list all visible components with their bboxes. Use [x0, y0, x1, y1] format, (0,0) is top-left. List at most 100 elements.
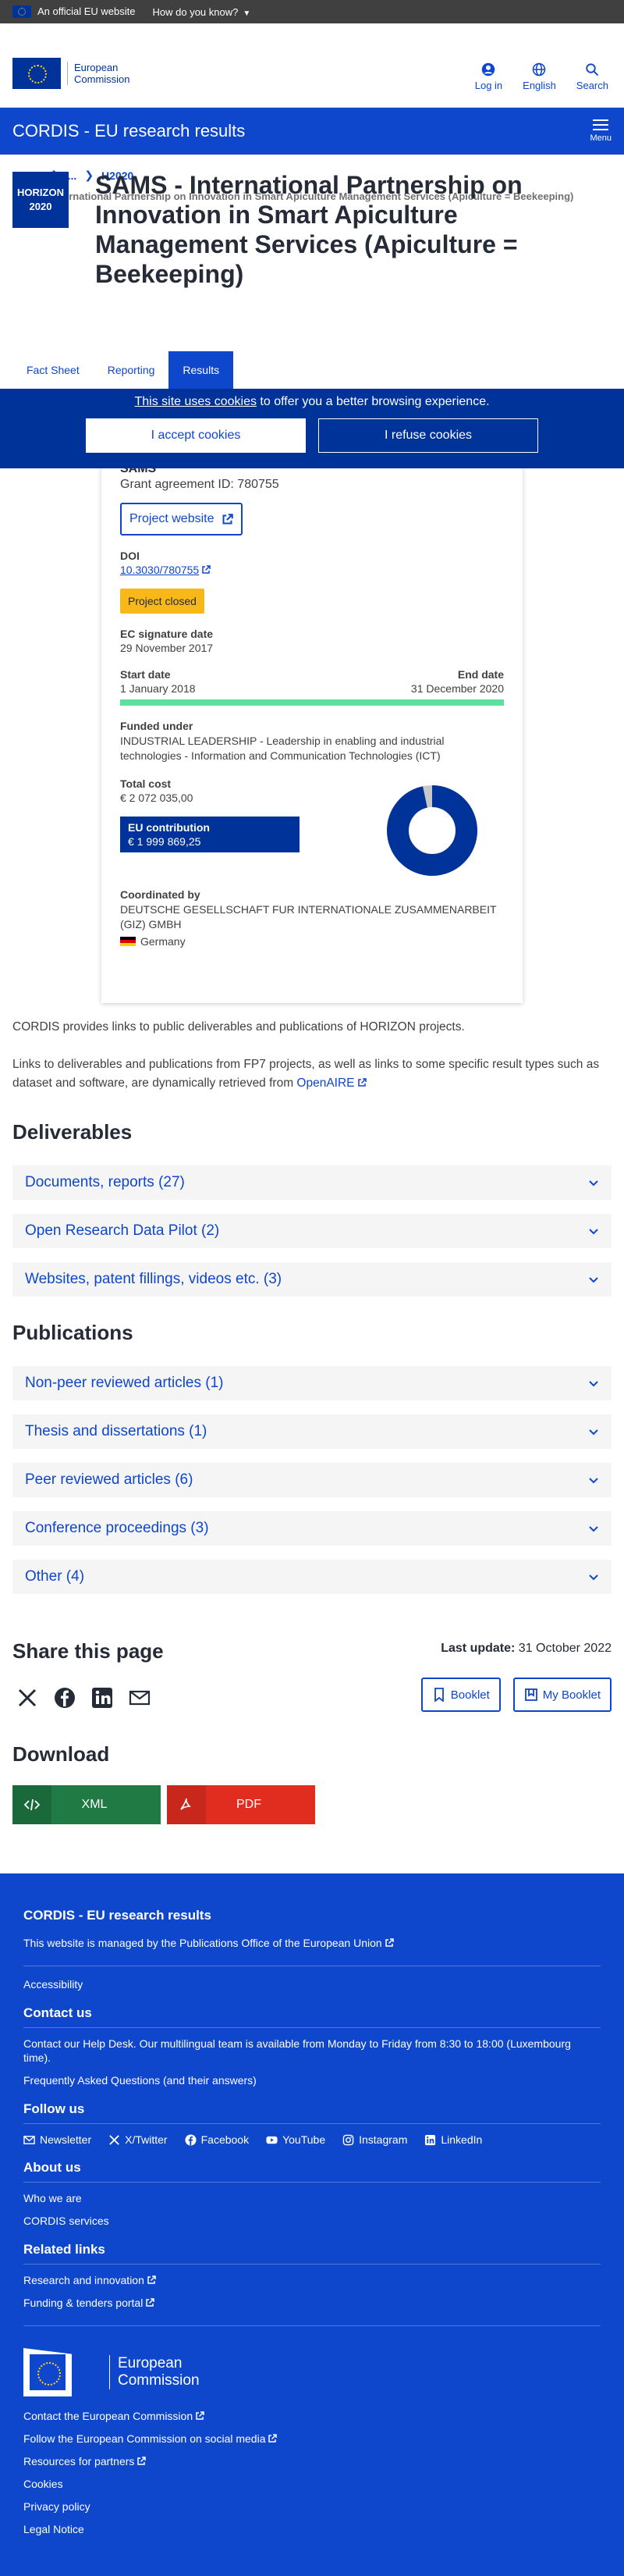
donut-eu-share: [387, 785, 477, 876]
download-xml-button[interactable]: XML: [12, 1785, 161, 1824]
horizon-2020-badge: HORIZON 2020: [12, 172, 69, 228]
contact-ec-link[interactable]: Contact the European Commission: [23, 2410, 193, 2422]
accessibility-link[interactable]: Accessibility: [23, 1978, 83, 1991]
external-link-icon: [202, 565, 211, 574]
pdf-icon: [167, 1785, 206, 1824]
external-link-icon: [146, 2298, 155, 2307]
refuse-cookies-button[interactable]: I refuse cookies: [318, 418, 538, 453]
official-site-label: An official EU website: [12, 5, 136, 19]
login-link[interactable]: Log in: [475, 62, 502, 91]
x-twitter-link[interactable]: X/Twitter: [108, 2133, 168, 2146]
email-icon[interactable]: [128, 1686, 151, 1710]
facebook-icon: [185, 2133, 197, 2146]
chevron-down-icon: [589, 1429, 598, 1436]
chevron-down-icon: [589, 1478, 598, 1484]
doi-label: DOI: [120, 550, 140, 562]
search-button[interactable]: Search: [576, 62, 608, 91]
x-twitter-icon[interactable]: [16, 1686, 39, 1710]
start-date-label: Start date: [120, 668, 171, 681]
facebook-icon[interactable]: [53, 1686, 76, 1710]
share-icons: [16, 1686, 151, 1710]
end-date-value: 31 December 2020: [410, 682, 504, 695]
social-links: Newsletter X/Twitter Facebook YouTube In…: [23, 2133, 601, 2146]
accordion-documents-reports[interactable]: Documents, reports (27): [12, 1165, 612, 1200]
european-commission-footer-logo[interactable]: European Commission: [23, 2348, 601, 2396]
instagram-icon: [342, 2134, 354, 2145]
site-name[interactable]: CORDIS - EU research results: [12, 121, 245, 141]
tab-reporting[interactable]: Reporting: [94, 351, 169, 389]
accept-cookies-button[interactable]: I accept cookies: [86, 418, 306, 453]
instagram-link[interactable]: Instagram: [342, 2133, 407, 2146]
cookie-policy-link[interactable]: This site uses cookies: [134, 395, 257, 408]
my-booklet-button[interactable]: My Booklet: [512, 1678, 612, 1712]
funding-tenders-link[interactable]: Funding & tenders portal: [23, 2297, 143, 2309]
coordinator-label: Coordinated by: [120, 888, 200, 901]
funded-under-label: Funded under: [120, 720, 193, 732]
doi-link[interactable]: 10.3030/780755: [120, 564, 199, 576]
youtube-link[interactable]: YouTube: [266, 2133, 325, 2146]
external-link-icon: [357, 1078, 367, 1087]
contact-text: Contact our Help Desk. Our multilingual …: [23, 2037, 571, 2064]
footer-site-name[interactable]: CORDIS - EU research results: [23, 1908, 601, 1923]
help-desk-link[interactable]: Help Desk: [83, 2037, 133, 2050]
chevron-down-icon: [589, 1180, 598, 1187]
accordion-peer-reviewed[interactable]: Peer reviewed articles (6): [12, 1463, 612, 1497]
linkedin-icon[interactable]: [90, 1686, 114, 1710]
linkedin-link[interactable]: LinkedIn: [424, 2133, 482, 2146]
site-footer: CORDIS - EU research results This websit…: [0, 1873, 624, 2576]
facebook-link[interactable]: Facebook: [185, 2133, 249, 2146]
european-commission-logo[interactable]: European Commission: [12, 58, 130, 89]
follow-ec-social-link[interactable]: Follow the European Commission on social…: [23, 2432, 265, 2445]
project-timeline-bar: [120, 699, 504, 706]
cookies-link[interactable]: Cookies: [23, 2478, 63, 2490]
youtube-icon: [266, 2136, 278, 2144]
legal-notice-link[interactable]: Legal Notice: [23, 2523, 84, 2535]
publications-list: Non-peer reviewed articles (1) Thesis an…: [12, 1366, 612, 1608]
openaire-link[interactable]: OpenAIRE: [296, 1076, 354, 1090]
page-title: SAMS - International Partnership on Inno…: [95, 171, 523, 288]
chevron-down-icon: [589, 1574, 598, 1581]
menu-button[interactable]: Menu: [590, 119, 612, 143]
external-link-icon: [385, 1938, 394, 1947]
who-we-are-link[interactable]: Who we are: [23, 2192, 82, 2204]
cordis-services-link[interactable]: CORDIS services: [23, 2215, 109, 2227]
booklet-icon: [524, 1688, 537, 1701]
add-to-booklet-icon: [434, 1688, 444, 1702]
chevron-down-icon: [589, 1526, 598, 1532]
how-do-you-know-toggle[interactable]: How do you know? ▼: [153, 6, 251, 18]
booklet-button[interactable]: Booklet: [420, 1678, 501, 1712]
project-info-card: SAMS Grant agreement ID: 780755 Project …: [101, 453, 523, 1003]
chevron-down-icon: [589, 1229, 598, 1235]
download-pdf-button[interactable]: PDF: [167, 1785, 315, 1824]
external-link-icon: [137, 2457, 147, 2465]
resources-partners-link[interactable]: Resources for partners: [23, 2455, 134, 2467]
eu-contribution-box: EU contribution € 1 999 869,25: [120, 817, 300, 852]
accordion-conference-proceedings[interactable]: Conference proceedings (3): [12, 1511, 612, 1546]
accordion-non-peer-reviewed[interactable]: Non-peer reviewed articles (1): [12, 1366, 612, 1400]
site-name-bar: CORDIS - EU research results Menu: [0, 108, 624, 155]
germany-flag-icon: [120, 937, 136, 946]
language-selector[interactable]: English: [523, 62, 556, 91]
cookie-banner: This site uses cookies to offer you a be…: [0, 389, 624, 468]
accordion-other[interactable]: Other (4): [12, 1560, 612, 1594]
total-cost-value: € 2 072 035,00: [120, 792, 193, 804]
accordion-open-research-data[interactable]: Open Research Data Pilot (2): [12, 1214, 612, 1248]
deliverables-list: Documents, reports (27) Open Research Da…: [12, 1165, 612, 1311]
accordion-thesis-dissertations[interactable]: Thesis and dissertations (1): [12, 1414, 612, 1449]
newsletter-link[interactable]: Newsletter: [23, 2133, 91, 2146]
tab-fact-sheet[interactable]: Fact Sheet: [12, 351, 94, 389]
chevron-down-icon: ▼: [243, 9, 251, 18]
funded-under-value: INDUSTRIAL LEADERSHIP - Leadership in en…: [120, 735, 445, 762]
privacy-policy-link[interactable]: Privacy policy: [23, 2500, 90, 2513]
project-website-button[interactable]: Project website: [120, 503, 243, 535]
user-icon: [482, 62, 495, 76]
intro-paragraph-1: CORDIS provides links to public delivera…: [12, 1020, 465, 1034]
faq-line: Frequently Asked Questions (and their an…: [23, 2074, 257, 2087]
research-innovation-link[interactable]: Research and innovation: [23, 2274, 144, 2286]
faq-link[interactable]: Frequently Asked Questions: [23, 2074, 160, 2087]
external-link-icon: [147, 2275, 156, 2284]
accordion-websites-patents[interactable]: Websites, patent fillings, videos etc. (…: [12, 1262, 612, 1297]
tab-results[interactable]: Results: [168, 351, 234, 389]
publications-office-link[interactable]: Publications Office of the European Unio…: [179, 1937, 382, 1949]
project-tabs: Fact Sheet Reporting Results: [0, 351, 624, 390]
